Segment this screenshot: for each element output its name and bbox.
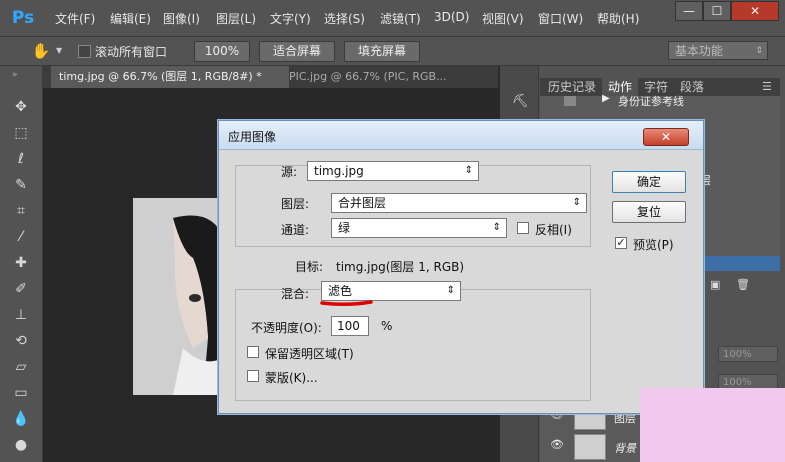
preview-label: 预览(P) <box>633 238 674 252</box>
blend-value: 滤色 <box>328 284 353 298</box>
clone-stamp-tool-icon[interactable]: ⊥ <box>10 304 32 326</box>
tab-pic[interactable]: PIC.jpg @ 66.7% (PIC, RGB... <box>281 66 507 88</box>
menu-window[interactable]: 窗口(W) <box>538 10 583 27</box>
menu-type[interactable]: 文字(Y) <box>270 10 311 27</box>
dialog-close-button[interactable]: ✕ <box>643 128 689 146</box>
mask-checkbox[interactable] <box>247 370 259 382</box>
collapse-icon[interactable]: » <box>12 70 18 80</box>
action-name[interactable]: 身份证参考线 <box>618 93 684 109</box>
hand-icon[interactable]: ✋ <box>30 41 52 61</box>
lasso-tool-icon[interactable]: ℓ <box>10 148 32 170</box>
invert-label: 反相(I) <box>535 223 572 237</box>
document-tabs: timg.jpg @ 66.7% (图层 1, RGB/8#) * PIC.jp… <box>43 66 498 88</box>
target-value: timg.jpg(图层 1, RGB) <box>336 260 465 274</box>
layer-label: 图层: <box>281 197 310 211</box>
source-select[interactable]: timg.jpg ⇕ <box>307 161 479 181</box>
panel-menu-icon[interactable]: ☰ <box>762 80 772 93</box>
chevron-down-icon[interactable]: ▼ <box>56 46 62 55</box>
dialog-title: 应用图像 <box>228 130 277 144</box>
target-label: 目标: <box>295 260 324 274</box>
trash-icon[interactable]: 🗑 <box>736 278 750 291</box>
reset-button[interactable]: 复位 <box>612 201 686 223</box>
minimize-button[interactable]: — <box>675 1 703 21</box>
source-label: 源: <box>281 165 298 179</box>
scroll-all-label: 滚动所有窗口 <box>95 45 168 59</box>
visibility-eye-icon-2[interactable]: 👁 <box>550 438 564 451</box>
opacity-field[interactable]: 100% <box>718 346 778 362</box>
ok-button[interactable]: 确定 <box>612 171 686 193</box>
healing-brush-tool-icon[interactable]: ✚ <box>10 252 32 274</box>
action-buttons: ▣ 🗑 <box>700 278 780 294</box>
fit-screen-button[interactable]: 适合屏幕 <box>259 41 335 62</box>
background-thumbnail <box>574 434 606 460</box>
dodge-tool-icon[interactable]: ● <box>10 434 32 456</box>
updown-icon: ⇕ <box>492 222 501 233</box>
eyedropper-tool-icon[interactable]: ⁄ <box>10 226 32 248</box>
source-value: timg.jpg <box>314 164 364 178</box>
updown-icon: ⇕ <box>755 46 763 56</box>
tab-history[interactable]: 历史记录 <box>542 78 602 96</box>
opacity-unit: % <box>381 319 393 333</box>
new-action-icon[interactable]: ▣ <box>710 278 720 291</box>
invert-checkbox[interactable] <box>517 222 529 234</box>
opacity-input[interactable]: 100 <box>331 316 369 336</box>
menu-edit[interactable]: 编辑(E) <box>110 10 151 27</box>
channel-select[interactable]: 绿 ⇕ <box>331 218 507 238</box>
scroll-all-checkbox[interactable] <box>78 45 91 58</box>
blur-tool-icon[interactable]: 💧 <box>10 408 32 430</box>
updown-icon: ⇕ <box>464 165 473 176</box>
document-image[interactable] <box>133 198 223 395</box>
marquee-tool-icon[interactable]: ⬚ <box>10 122 32 144</box>
layer-select[interactable]: 合并图层 ⇕ <box>331 193 587 213</box>
portrait-image <box>133 198 223 395</box>
channel-label: 通道: <box>281 223 310 237</box>
preserve-transparency-label: 保留透明区域(T) <box>265 347 354 361</box>
menu-bar: Ps 文件(F) 编辑(E) 图像(I) 图层(L) 文字(Y) 选择(S) 滤… <box>0 0 785 37</box>
updown-icon: ⇕ <box>572 197 581 208</box>
tab-timg[interactable]: timg.jpg @ 66.7% (图层 1, RGB/8#) * <box>51 66 289 88</box>
menu-layer[interactable]: 图层(L) <box>216 10 256 27</box>
gradient-tool-icon[interactable]: ▭ <box>10 382 32 404</box>
workspace-select[interactable]: 基本功能 ⇕ <box>668 41 768 60</box>
quick-select-tool-icon[interactable]: ✎ <box>10 174 32 196</box>
menu-image[interactable]: 图像(I) <box>163 10 200 27</box>
red-underline-annotation <box>320 300 373 307</box>
opacity-label: 不透明度(O): <box>251 321 322 335</box>
menu-help[interactable]: 帮助(H) <box>597 10 639 27</box>
move-tool-icon[interactable]: ✥ <box>10 96 32 118</box>
menu-filter[interactable]: 滤镜(T) <box>380 10 421 27</box>
close-window-button[interactable]: ✕ <box>731 1 779 21</box>
apply-image-dialog: 应用图像 ✕ 源: timg.jpg ⇕ 图层: 合并图层 ⇕ 通道: 绿 ⇕ 反相(… <box>218 120 704 414</box>
preserve-transparency-checkbox[interactable] <box>247 346 259 358</box>
eraser-tool-icon[interactable]: ▱ <box>10 356 32 378</box>
fill-screen-button[interactable]: 填充屏幕 <box>344 41 420 62</box>
play-icon: ▶ <box>602 93 610 104</box>
background-layer-name[interactable]: 背景 <box>614 440 636 456</box>
channel-value: 绿 <box>338 221 351 235</box>
maximize-button[interactable]: ☐ <box>703 1 731 21</box>
crop-tool-icon[interactable]: ⌗ <box>10 200 32 222</box>
photoshop-logo: Ps <box>11 8 35 28</box>
workspace-label: 基本功能 <box>675 44 724 58</box>
menu-file[interactable]: 文件(F) <box>55 10 95 27</box>
mask-label: 蒙版(K)... <box>265 371 318 385</box>
layer-value: 合并图层 <box>338 196 387 210</box>
updown-icon: ⇕ <box>446 285 455 296</box>
menu-3d[interactable]: 3D(D) <box>434 10 469 24</box>
preview-checkbox[interactable]: ✓ <box>615 237 627 249</box>
tools-panel: » ✥ ⬚ ℓ ✎ ⌗ ⁄ ✚ ✐ ⊥ ⟲ ▱ ▭ 💧 ● <box>0 66 43 462</box>
menu-view[interactable]: 视图(V) <box>482 10 524 27</box>
menu-select[interactable]: 选择(S) <box>324 10 365 27</box>
pink-overlay-block <box>640 388 785 462</box>
action-toggle[interactable] <box>564 96 576 106</box>
tab-pic-label: PIC.jpg @ 66.7% (PIC, RGB... <box>289 70 447 83</box>
dialog-titlebar[interactable]: 应用图像 ✕ <box>219 121 703 150</box>
blend-label: 混合: <box>281 287 310 301</box>
zoom-100-button[interactable]: 100% <box>194 41 250 62</box>
tab-timg-label: timg.jpg @ 66.7% (图层 1, RGB/8#) * <box>59 70 262 83</box>
history-panel-icon[interactable]: ⛏ <box>510 94 530 114</box>
brush-tool-icon[interactable]: ✐ <box>10 278 32 300</box>
history-brush-tool-icon[interactable]: ⟲ <box>10 330 32 352</box>
